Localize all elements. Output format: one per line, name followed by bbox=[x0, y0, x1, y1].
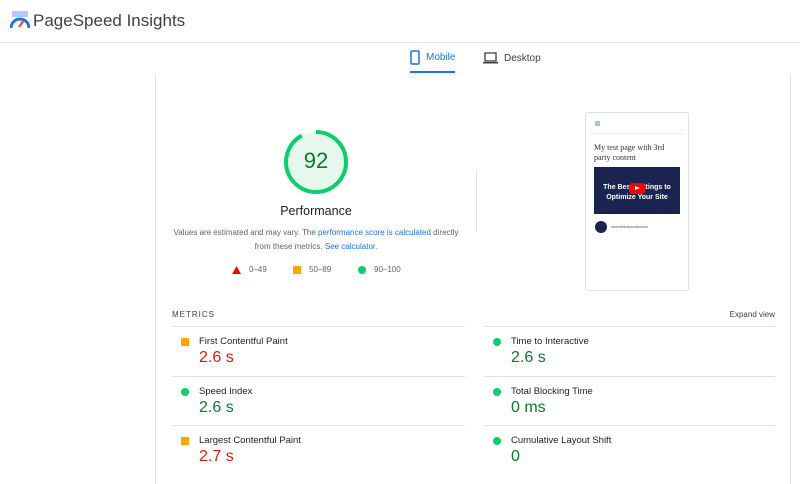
metric-label: Speed Index bbox=[199, 385, 253, 397]
legend-fail: 0–49 bbox=[232, 265, 267, 274]
triangle-icon bbox=[232, 265, 241, 274]
circle-icon bbox=[358, 265, 366, 274]
youtube-play-icon bbox=[629, 183, 645, 194]
performance-score: 92 bbox=[303, 148, 329, 173]
expand-view-button[interactable]: Expand view bbox=[730, 310, 775, 319]
desktop-icon bbox=[483, 52, 498, 64]
page-screenshot: My test page with 3rd party content The … bbox=[585, 112, 689, 291]
tab-mobile-label: Mobile bbox=[426, 51, 456, 63]
pagespeed-logo-icon bbox=[10, 11, 30, 29]
tab-desktop[interactable]: Desktop bbox=[483, 49, 541, 73]
metric-value: 2.7 s bbox=[199, 448, 234, 465]
metric-label: Largest Contentful Paint bbox=[199, 435, 301, 446]
category-title: Performance bbox=[280, 204, 352, 218]
metric-label: Time to Interactive bbox=[511, 336, 589, 347]
divider bbox=[590, 133, 684, 134]
square-icon bbox=[293, 265, 301, 274]
metric-label: First Contentful Paint bbox=[199, 336, 288, 347]
video-embed: The Best Settings to Optimize Your Site bbox=[594, 167, 680, 214]
metric-row: Time to Interactive 2.6 s bbox=[484, 326, 775, 375]
metric-row: Cumulative Layout Shift 0 bbox=[484, 425, 775, 474]
metric-row: Total Blocking Time 0 ms bbox=[484, 375, 775, 425]
legend-label: 90–100 bbox=[374, 265, 401, 274]
metric-row: First Contentful Paint 2.6 s bbox=[172, 326, 465, 375]
metric-label: Cumulative Layout Shift bbox=[511, 435, 612, 446]
circle-icon bbox=[493, 437, 501, 445]
performance-score-link[interactable]: performance score is calculated bbox=[318, 228, 431, 237]
metric-label: Total Blocking Time bbox=[511, 385, 593, 397]
desc-text: Values are estimated and may vary. The bbox=[173, 228, 318, 237]
metric-value: 0 ms bbox=[511, 398, 546, 416]
square-icon bbox=[181, 338, 189, 346]
metric-value: 0 bbox=[511, 448, 520, 465]
favicon-icon bbox=[595, 121, 600, 126]
circle-icon bbox=[493, 338, 501, 346]
circle-icon bbox=[181, 387, 189, 396]
avatar bbox=[595, 221, 607, 233]
header: PageSpeed Insights bbox=[0, 0, 800, 43]
tab-desktop-label: Desktop bbox=[504, 52, 541, 64]
mobile-icon bbox=[410, 49, 420, 65]
metrics-heading: METRICS bbox=[172, 310, 215, 319]
metric-row: Largest Contentful Paint 2.7 s bbox=[172, 425, 465, 474]
thumb-caption: wonderfulsandbeach bbox=[611, 224, 648, 229]
metric-value: 2.6 s bbox=[511, 349, 546, 366]
app-title: PageSpeed Insights bbox=[33, 11, 186, 30]
divider bbox=[476, 170, 477, 232]
legend-pass: 90–100 bbox=[358, 265, 401, 274]
metric-row: Speed Index 2.6 s bbox=[172, 375, 465, 425]
circle-icon bbox=[493, 387, 501, 396]
see-calculator-link[interactable]: See calculator. bbox=[325, 242, 377, 251]
metric-value: 2.6 s bbox=[199, 349, 234, 366]
legend-label: 0–49 bbox=[249, 265, 267, 274]
square-icon bbox=[181, 437, 189, 445]
tab-mobile[interactable]: Mobile bbox=[410, 49, 456, 73]
legend-average: 50–89 bbox=[293, 265, 331, 274]
metric-value: 2.6 s bbox=[199, 398, 234, 416]
score-description: Values are estimated and may vary. The p… bbox=[170, 226, 462, 254]
thumb-heading: My test page with 3rd party content bbox=[594, 143, 665, 162]
legend-label: 50–89 bbox=[309, 265, 332, 274]
